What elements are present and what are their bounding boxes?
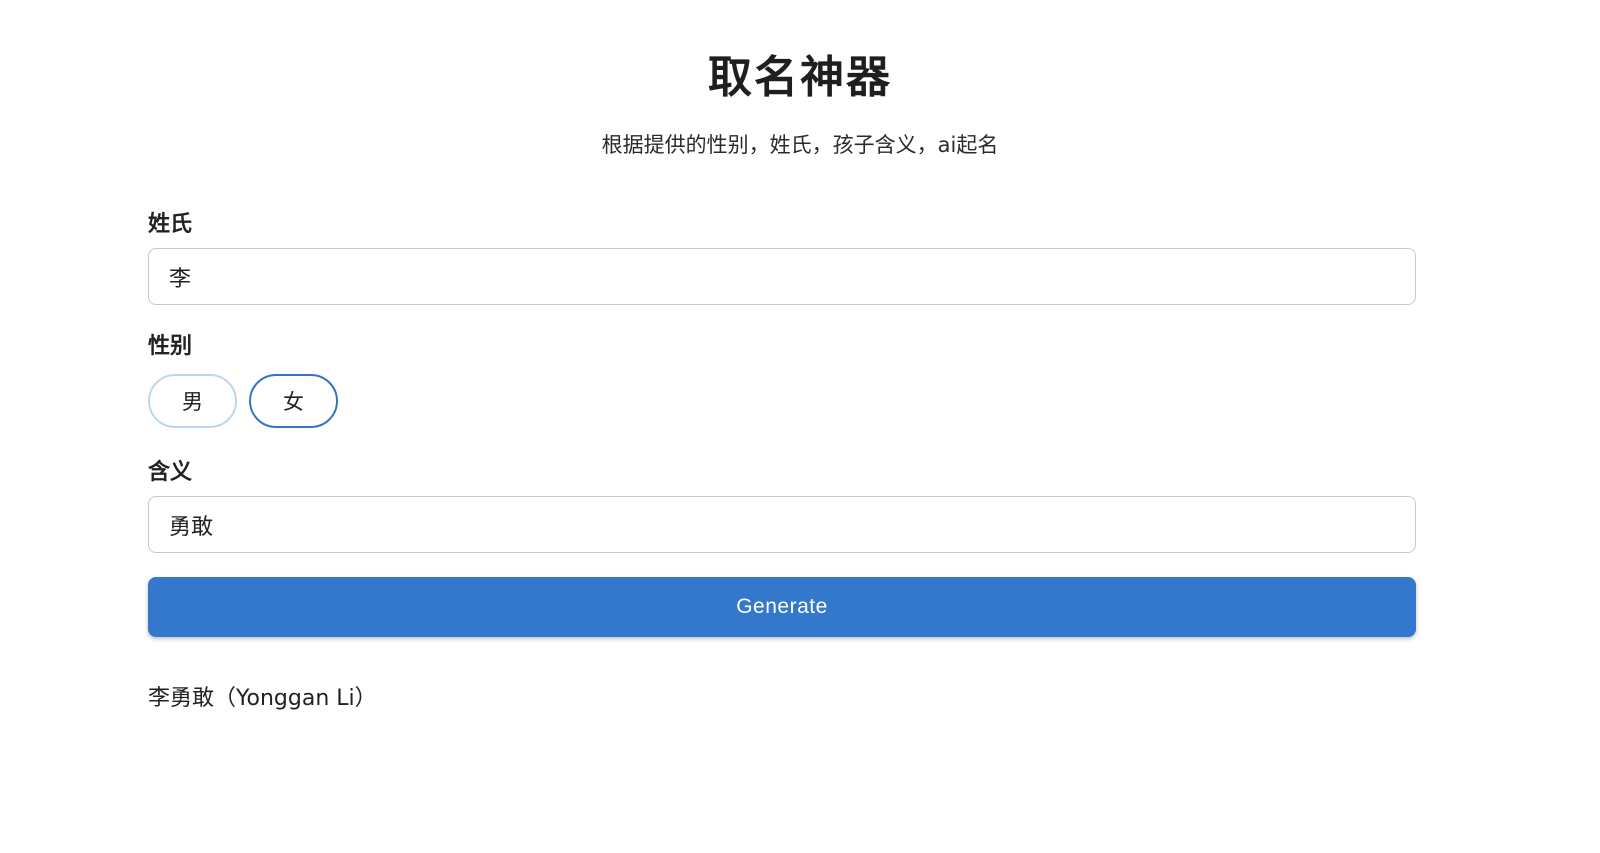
meaning-label: 含义	[148, 460, 193, 485]
gender-option-male[interactable]: 男	[148, 374, 237, 428]
page: 取名神器 根据提供的性别，姓氏，孩子含义，ai起名 姓氏 性别 男 女 含义 G…	[0, 0, 1600, 853]
surname-label: 姓氏	[148, 212, 193, 237]
meaning-input[interactable]	[148, 496, 1416, 553]
surname-input[interactable]	[148, 248, 1416, 305]
page-title: 取名神器	[708, 52, 892, 103]
gender-options: 男 女	[148, 374, 1416, 428]
gender-option-female[interactable]: 女	[249, 374, 338, 428]
gender-label: 性别	[148, 334, 193, 359]
naming-form: 姓氏 性别 男 女 含义 Generate 李勇敢（Yonggan Li）	[148, 210, 1416, 714]
result-text: 李勇敢（Yonggan Li）	[148, 686, 377, 711]
generate-button[interactable]: Generate	[148, 577, 1416, 637]
page-subtitle: 根据提供的性别，姓氏，孩子含义，ai起名	[601, 133, 999, 157]
